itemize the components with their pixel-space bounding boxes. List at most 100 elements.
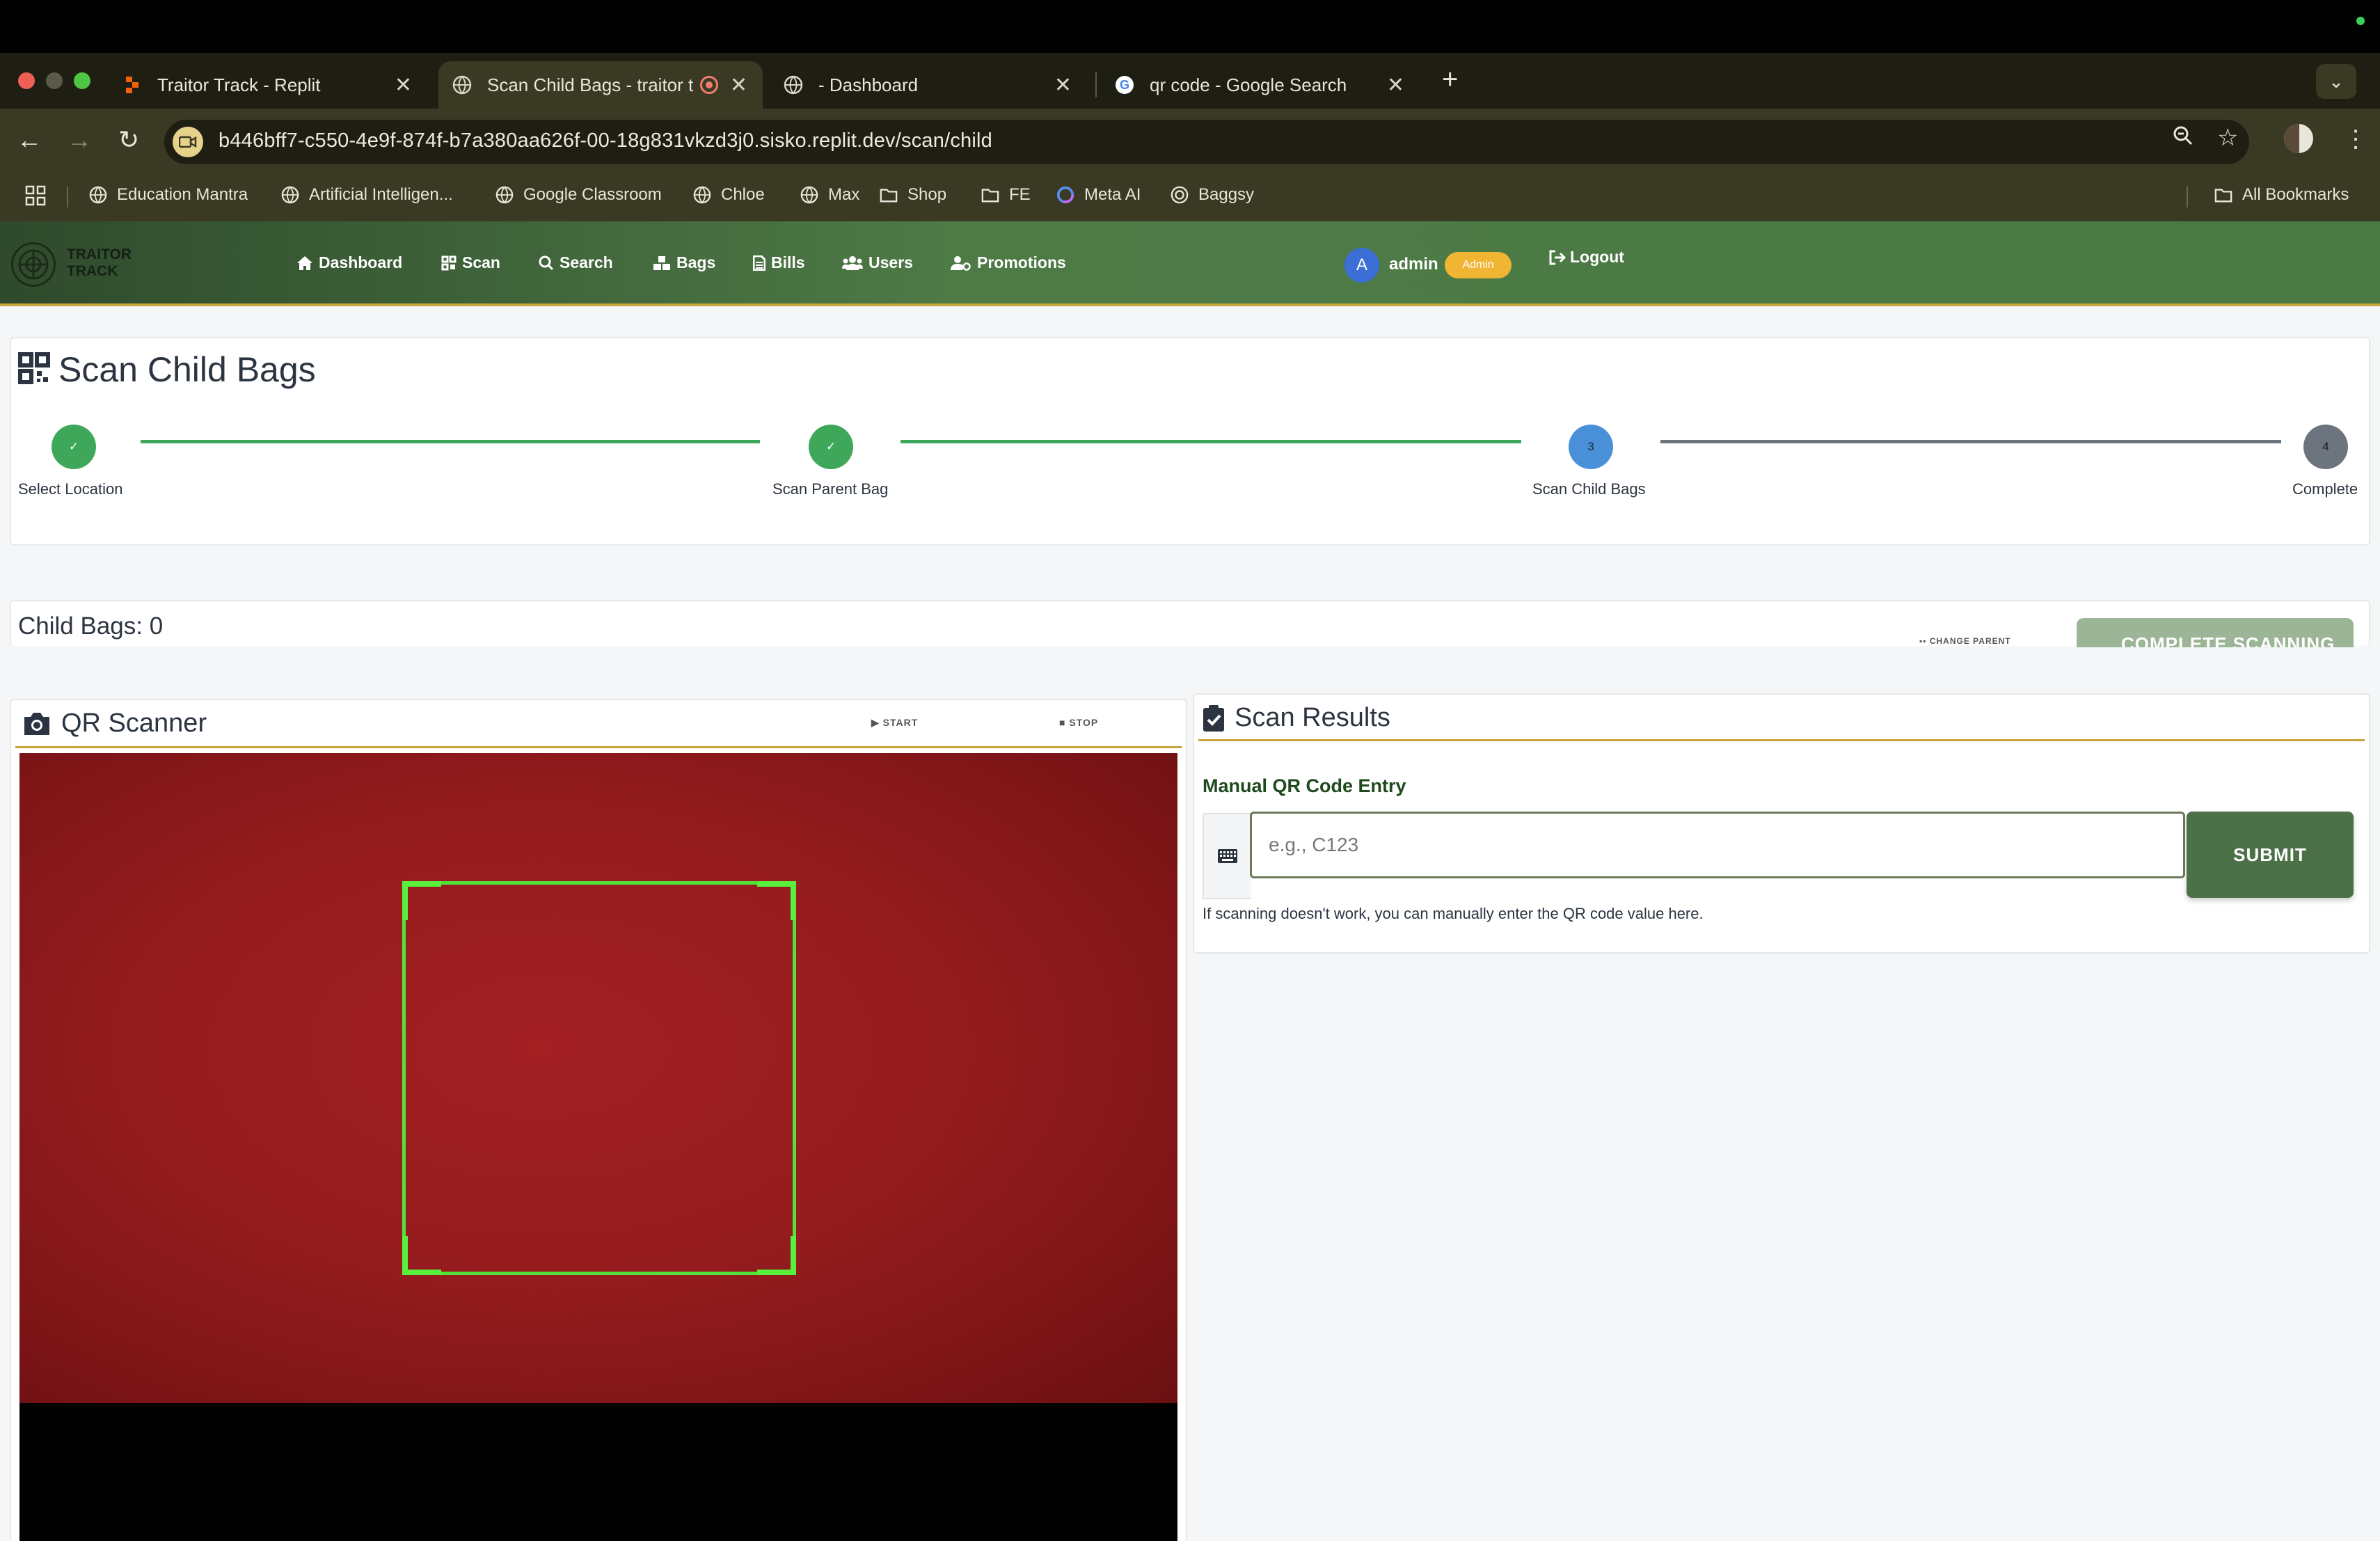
nav-dashboard[interactable]: Dashboard bbox=[296, 253, 402, 272]
maximize-window-button[interactable] bbox=[74, 72, 90, 89]
home-icon bbox=[297, 255, 312, 270]
bookmark-label: Artificial Intelligen... bbox=[309, 185, 453, 204]
recording-icon bbox=[700, 76, 718, 94]
bookmark-label: Shop bbox=[907, 185, 947, 204]
close-tab-icon[interactable]: ✕ bbox=[1054, 73, 1072, 97]
bookmark-item[interactable]: Education Mantra bbox=[89, 185, 248, 205]
bookmark-item[interactable]: Artificial Intelligen... bbox=[281, 185, 453, 205]
nav-label: Bills bbox=[771, 253, 805, 271]
tab-search-button[interactable]: ⌄ bbox=[2316, 64, 2356, 99]
camera-feed-blank bbox=[19, 1403, 1177, 1541]
logo-line-1: TRAITOR bbox=[67, 246, 132, 262]
step-3-circle: 3 bbox=[1569, 425, 1613, 469]
change-parent-label: CHANGE PARENT bbox=[1929, 636, 2011, 646]
tab-title: qr code - Google Search bbox=[1150, 74, 1347, 95]
nav-search[interactable]: Search bbox=[539, 253, 613, 272]
google-icon: G bbox=[1115, 75, 1134, 95]
bookmark-item[interactable]: FE bbox=[981, 185, 1031, 205]
globe-icon bbox=[89, 186, 107, 204]
browser-menu-icon[interactable]: ⋮ bbox=[2344, 125, 2367, 153]
header-divider bbox=[1198, 739, 2365, 741]
bookmark-item[interactable]: Shop bbox=[880, 185, 946, 205]
user-cog-icon bbox=[951, 255, 971, 271]
browser-tab-replit[interactable]: Traitor Track - Replit ✕ bbox=[109, 61, 427, 109]
qrcode-icon: ▪▪ bbox=[1919, 636, 1930, 646]
forward-button[interactable]: → bbox=[67, 125, 92, 155]
scan-region-frame bbox=[402, 881, 796, 1275]
nav-scan[interactable]: Scan bbox=[441, 253, 500, 272]
start-button[interactable]: ▶ START bbox=[871, 717, 918, 729]
bookmark-item[interactable]: Baggsy bbox=[1171, 185, 1254, 205]
bookmark-label: Chloe bbox=[721, 185, 765, 204]
zoom-icon[interactable] bbox=[2173, 125, 2193, 152]
step-2-circle: ✓ bbox=[809, 425, 853, 469]
file-icon bbox=[753, 255, 765, 271]
profile-avatar[interactable] bbox=[2284, 124, 2313, 153]
logout-link[interactable]: Logout bbox=[1549, 248, 1624, 267]
camera-in-use-icon bbox=[173, 127, 203, 157]
play-icon: ▶ bbox=[871, 717, 883, 728]
bookmark-item[interactable]: Max bbox=[800, 185, 859, 205]
globe-icon bbox=[452, 75, 472, 95]
close-tab-icon[interactable]: ✕ bbox=[730, 73, 747, 97]
folder-icon bbox=[2214, 186, 2232, 204]
child-bags-count: Child Bags: 0 bbox=[18, 613, 164, 640]
nav-users[interactable]: Users bbox=[842, 253, 913, 272]
browser-tab-scan-child-bags[interactable]: Scan Child Bags - traitor t ✕ bbox=[438, 61, 763, 109]
step-4-circle: 4 bbox=[2303, 425, 2348, 469]
scan-results-title-text: Scan Results bbox=[1235, 703, 1390, 732]
scan-corner bbox=[402, 881, 441, 920]
tab-separator bbox=[1095, 72, 1097, 97]
apps-grid-icon[interactable] bbox=[25, 185, 46, 206]
stop-icon: ■ bbox=[1059, 717, 1070, 728]
folder-icon bbox=[981, 186, 999, 204]
all-bookmarks-label: All Bookmarks bbox=[2242, 185, 2349, 204]
new-tab-button[interactable]: + bbox=[1442, 64, 1458, 95]
close-tab-icon[interactable]: ✕ bbox=[1387, 73, 1404, 97]
back-button[interactable]: ← bbox=[17, 125, 42, 155]
reload-button[interactable]: ↻ bbox=[118, 125, 139, 155]
globe-icon bbox=[693, 186, 711, 204]
bookmark-label: Max bbox=[828, 185, 860, 204]
all-bookmarks-button[interactable]: All Bookmarks bbox=[2214, 185, 2349, 205]
stop-button[interactable]: ■ STOP bbox=[1059, 717, 1098, 728]
url-text[interactable]: b446bff7-c550-4e9f-874f-b7a380aa626f-00-… bbox=[219, 129, 992, 152]
close-window-button[interactable] bbox=[18, 72, 35, 89]
chevron-down-icon: ⌄ bbox=[2329, 70, 2344, 92]
bookmark-item[interactable]: Meta AI bbox=[1056, 185, 1141, 205]
user-avatar[interactable]: A bbox=[1344, 248, 1379, 283]
qr-code-input[interactable] bbox=[1250, 812, 2185, 878]
bookmark-label: FE bbox=[1009, 185, 1031, 204]
replit-icon bbox=[122, 75, 142, 95]
step-1-label: Select Location bbox=[18, 480, 123, 498]
nav-bags[interactable]: Bags bbox=[653, 253, 715, 272]
close-tab-icon[interactable]: ✕ bbox=[395, 73, 412, 97]
browser-tab-dashboard[interactable]: - Dashboard ✕ bbox=[770, 61, 1087, 109]
minimize-window-button[interactable] bbox=[46, 72, 63, 89]
traitor-track-logo[interactable] bbox=[11, 242, 56, 287]
nav-label: Search bbox=[560, 253, 613, 271]
keyboard-icon bbox=[1218, 849, 1237, 863]
bookmark-item[interactable]: Google Classroom bbox=[495, 185, 662, 205]
bookmark-label: Education Mantra bbox=[117, 185, 248, 204]
scan-results-title: Scan Results bbox=[1203, 703, 1390, 733]
change-parent-button[interactable]: ▪▪ CHANGE PARENT bbox=[1919, 636, 2011, 646]
user-name[interactable]: admin bbox=[1389, 255, 1438, 274]
submit-button[interactable]: SUBMIT bbox=[2187, 812, 2354, 898]
nav-bills[interactable]: Bills bbox=[753, 253, 805, 272]
bookmark-label: Meta AI bbox=[1084, 185, 1141, 204]
bookmark-item[interactable]: Chloe bbox=[693, 185, 765, 205]
logo-text[interactable]: TRAITOR TRACK bbox=[67, 246, 132, 280]
arrow-left-icon: ← bbox=[17, 125, 42, 154]
arrow-right-icon: → bbox=[67, 125, 92, 154]
keyboard-addon bbox=[1203, 813, 1251, 899]
globe-icon bbox=[800, 186, 818, 204]
browser-tab-google-search[interactable]: G qr code - Google Search ✕ bbox=[1101, 61, 1420, 109]
nav-promotions[interactable]: Promotions bbox=[951, 253, 1066, 272]
scan-corner bbox=[402, 1236, 441, 1275]
logout-label: Logout bbox=[1570, 248, 1624, 266]
complete-scanning-button[interactable]: COMPLETE SCANNING bbox=[2077, 618, 2354, 647]
page-title: Scan Child Bags bbox=[58, 350, 316, 389]
bookmark-star-icon[interactable]: ☆ bbox=[2217, 124, 2238, 152]
step-connector bbox=[141, 440, 760, 443]
